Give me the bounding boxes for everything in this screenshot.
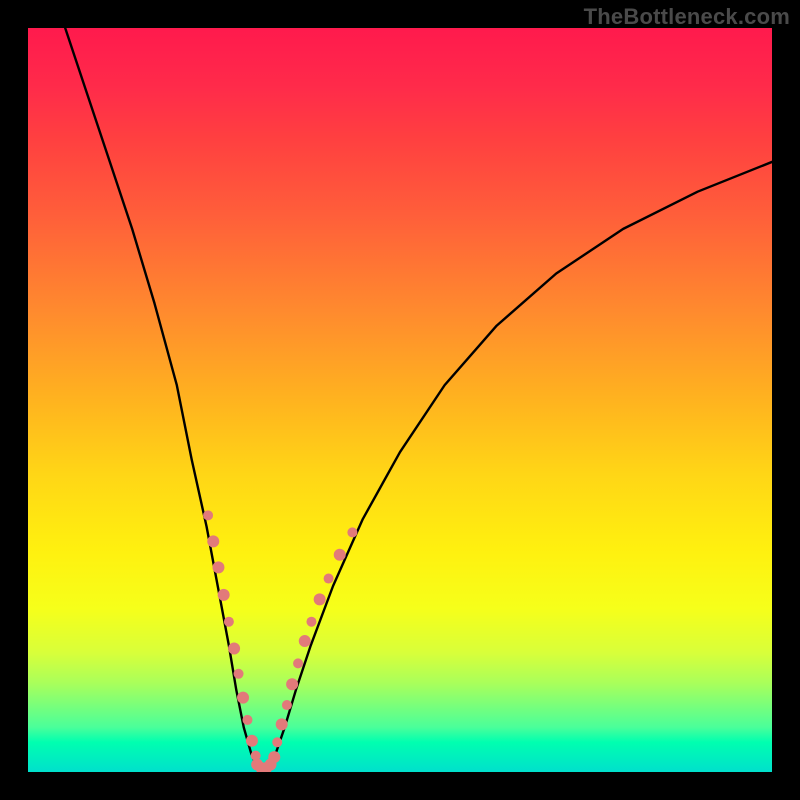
data-marker (212, 561, 224, 573)
data-marker (282, 700, 292, 710)
data-marker (268, 751, 280, 763)
curve (65, 28, 772, 770)
data-marker (293, 658, 303, 668)
chart-svg (28, 28, 772, 772)
chart-frame: TheBottleneck.com (0, 0, 800, 800)
data-marker (272, 737, 282, 747)
data-marker (246, 735, 258, 747)
data-marker (306, 617, 316, 627)
data-marker (334, 549, 346, 561)
bottleneck-curve (65, 28, 772, 770)
data-marker (234, 669, 244, 679)
data-marker (228, 643, 240, 655)
data-marker (286, 678, 298, 690)
data-marker (276, 718, 288, 730)
data-marker (299, 635, 311, 647)
data-marker (207, 535, 219, 547)
data-marker (237, 692, 249, 704)
data-marker (347, 527, 357, 537)
data-marker (224, 617, 234, 627)
data-marker (324, 574, 334, 584)
data-marker (314, 593, 326, 605)
watermark-label: TheBottleneck.com (584, 4, 790, 30)
plot-area (28, 28, 772, 772)
data-marker (218, 589, 230, 601)
data-markers (203, 510, 357, 772)
data-marker (203, 510, 213, 520)
data-marker (242, 715, 252, 725)
